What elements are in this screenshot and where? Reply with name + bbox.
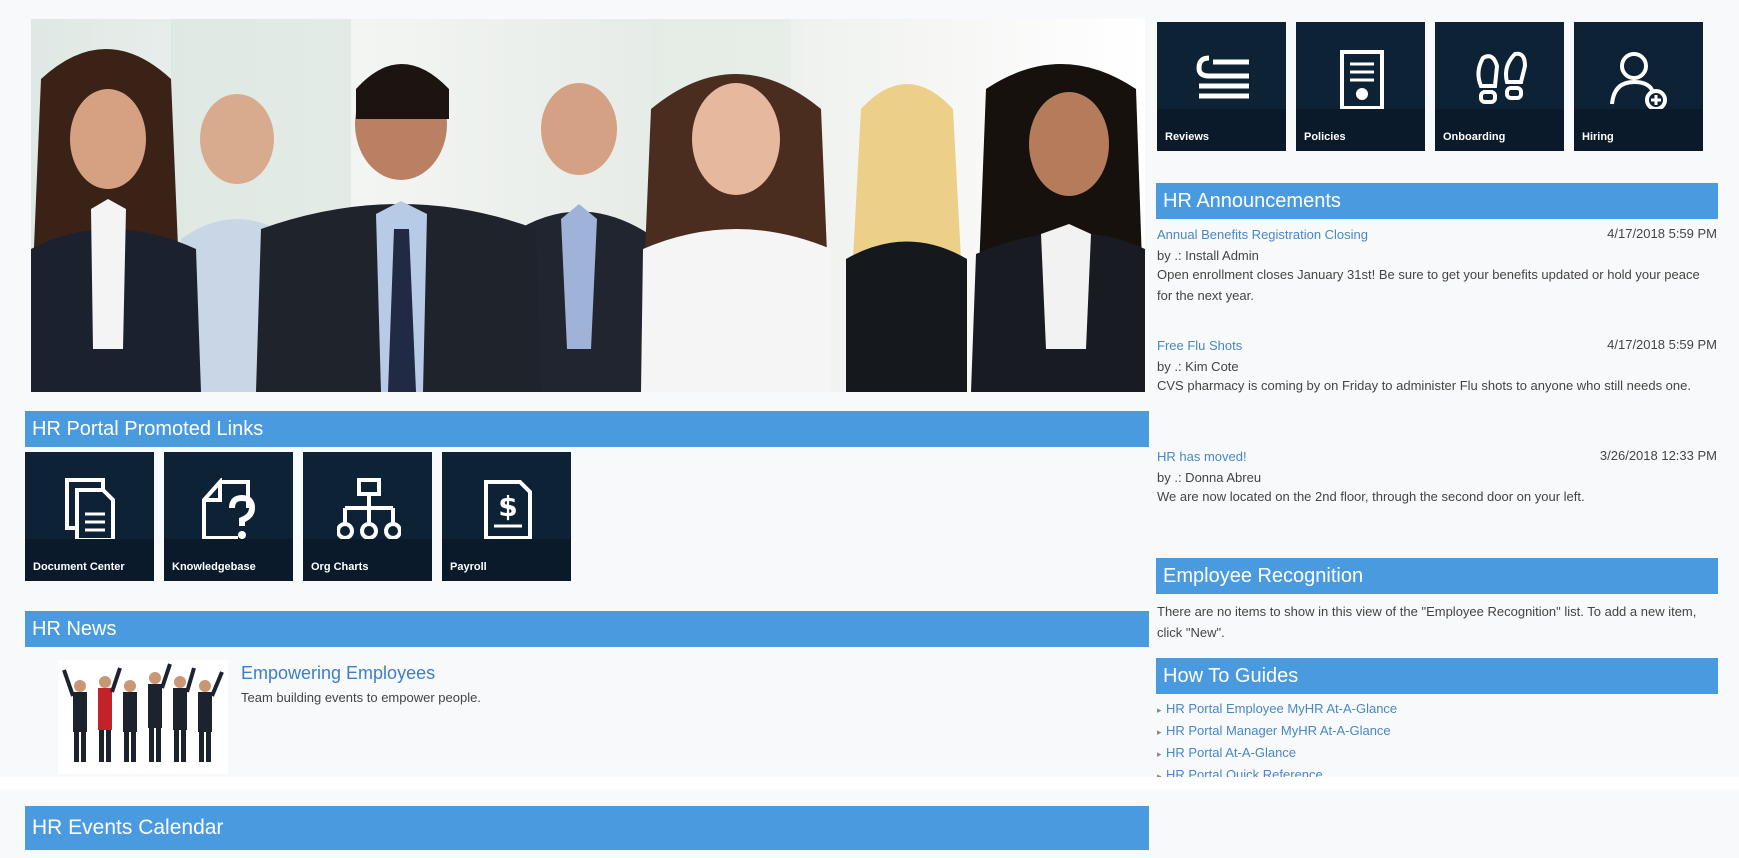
- bullet-icon: ▸: [1157, 705, 1162, 715]
- bullet-icon: ▸: [1157, 749, 1162, 759]
- announcement-body: Open enrollment closes January 31st! Be …: [1157, 267, 1700, 303]
- announcement-body: CVS pharmacy is coming by on Friday to a…: [1157, 378, 1691, 393]
- org-charts-icon: [337, 478, 401, 540]
- document-center-tile[interactable]: Document Center: [25, 452, 154, 581]
- hiring-icon: [1610, 52, 1667, 111]
- announcement-author: by .: Install Admin: [1157, 248, 1259, 263]
- org-charts-tile[interactable]: Org Charts: [303, 452, 432, 581]
- knowledgebase-label: Knowledgebase: [172, 561, 256, 573]
- onboarding-tile[interactable]: Onboarding: [1435, 22, 1564, 151]
- knowledgebase-icon: [202, 478, 256, 540]
- guides-list: ▸ HR Portal Employee MyHR At-A-Glance ▸ …: [1157, 700, 1717, 777]
- bullet-icon: ▸: [1157, 727, 1162, 737]
- announcement-date: 4/17/2018 5:59 PM: [1607, 337, 1717, 352]
- news-thumbnail: [58, 660, 228, 774]
- announcement-title-link[interactable]: HR has moved!: [1157, 449, 1247, 464]
- announcement-author: by .: Kim Cote: [1157, 359, 1239, 374]
- svg-text:$: $: [498, 490, 517, 523]
- guide-link[interactable]: HR Portal At-A-Glance: [1166, 745, 1296, 760]
- announcement-item: Free Flu Shots 4/17/2018 5:59 PM by .: K…: [1157, 337, 1717, 396]
- celebrating-team-image: [62, 663, 224, 762]
- guide-link[interactable]: HR Portal Employee MyHR At-A-Glance: [1166, 701, 1397, 716]
- events-calendar-header: HR Events Calendar: [25, 806, 1149, 850]
- bullet-icon: ▸: [1157, 771, 1162, 777]
- how-to-guides-header: How To Guides: [1156, 658, 1718, 694]
- guide-item[interactable]: ▸ HR Portal Employee MyHR At-A-Glance: [1157, 700, 1717, 722]
- guide-link[interactable]: HR Portal Quick Reference: [1166, 767, 1323, 777]
- announcements-header: HR Announcements: [1156, 183, 1718, 219]
- guide-item[interactable]: ▸ HR Portal Manager MyHR At-A-Glance: [1157, 722, 1717, 744]
- employee-recognition-header: Employee Recognition: [1156, 558, 1718, 594]
- policies-label: Policies: [1304, 131, 1346, 143]
- business-team-photo: [31, 19, 1145, 392]
- onboarding-label: Onboarding: [1443, 131, 1506, 143]
- org-charts-label: Org Charts: [311, 561, 369, 573]
- guide-link[interactable]: HR Portal Manager MyHR At-A-Glance: [1166, 723, 1391, 738]
- reviews-label: Reviews: [1165, 131, 1210, 143]
- document-center-label: Document Center: [33, 561, 125, 573]
- section-divider: [0, 777, 1739, 789]
- policies-icon: [1340, 50, 1384, 110]
- reviews-tile[interactable]: Reviews: [1157, 22, 1286, 151]
- announcement-date: 3/26/2018 12:33 PM: [1599, 448, 1717, 463]
- promoted-links-header: HR Portal Promoted Links: [25, 411, 1149, 447]
- payroll-tile[interactable]: $ Payroll: [442, 452, 571, 581]
- announcement-item: Annual Benefits Registration Closing 4/1…: [1157, 226, 1717, 306]
- announcement-item: HR has moved! 3/26/2018 12:33 PM by .: D…: [1157, 448, 1717, 507]
- knowledgebase-tile[interactable]: Knowledgebase: [164, 452, 293, 581]
- announcement-title-link[interactable]: Free Flu Shots: [1157, 338, 1242, 353]
- announcement-date: 4/17/2018 5:59 PM: [1607, 226, 1717, 241]
- news-headline-link[interactable]: Empowering Employees: [241, 663, 435, 684]
- guide-item[interactable]: ▸ HR Portal Quick Reference: [1157, 766, 1717, 777]
- payroll-icon: $: [484, 480, 532, 540]
- hr-news-header: HR News: [25, 611, 1149, 647]
- news-summary: Team building events to empower people.: [241, 690, 481, 705]
- reviews-icon: [1196, 55, 1249, 99]
- recognition-empty-message: There are no items to show in this view …: [1157, 604, 1697, 640]
- announcement-title-link[interactable]: Annual Benefits Registration Closing: [1157, 227, 1368, 242]
- onboarding-icon: [1476, 51, 1528, 104]
- announcement-author: by .: Donna Abreu: [1157, 470, 1262, 485]
- guide-item[interactable]: ▸ HR Portal At-A-Glance: [1157, 744, 1717, 766]
- hiring-tile[interactable]: Hiring: [1574, 22, 1703, 151]
- hiring-label: Hiring: [1582, 131, 1614, 143]
- document-center-icon: [65, 478, 115, 542]
- payroll-label: Payroll: [450, 561, 487, 573]
- policies-tile[interactable]: Policies: [1296, 22, 1425, 151]
- announcement-body: We are now located on the 2nd floor, thr…: [1157, 489, 1585, 504]
- hero-banner-image: [31, 19, 1145, 392]
